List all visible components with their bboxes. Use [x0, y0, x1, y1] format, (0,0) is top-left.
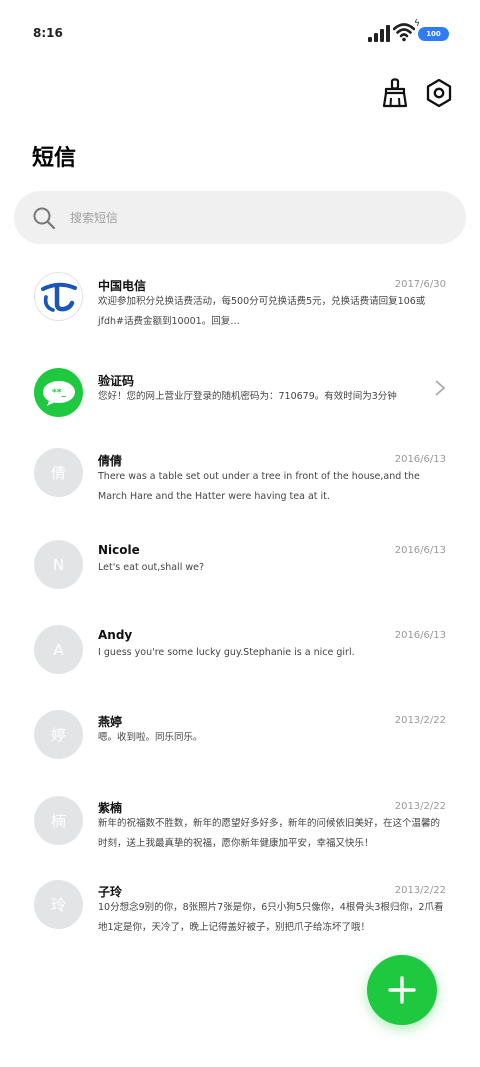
- avatar: A: [34, 625, 83, 674]
- list-item[interactable]: 倩 倩倩 2016/6/13 There was a table set out…: [0, 438, 480, 524]
- status-time: 8:16: [33, 26, 63, 40]
- settings-icon: [426, 78, 452, 108]
- message-preview: Let's eat out,shall we?: [98, 562, 205, 573]
- list-item[interactable]: 中国电信 2017/6/30 欢迎参加积分兑换话费活动，每500分可兑换话费5元…: [0, 258, 480, 353]
- sender-name: Andy: [98, 628, 133, 642]
- avatar: 楠: [34, 796, 83, 845]
- message-date: 2016/6/13: [394, 454, 446, 465]
- battery-indicator: 100: [418, 27, 449, 41]
- avatar: 玲: [34, 880, 83, 929]
- sms-app-screen: 8:16 ϟ 100 短信 搜索短信 中国电信 2017/6/30 欢迎参加积分…: [0, 0, 480, 1067]
- message-date: 2013/2/22: [394, 801, 446, 812]
- list-item[interactable]: 婷 燕婷 2013/2/22 嗯。收到啦。同乐同乐。: [0, 694, 480, 780]
- signal-icon: [368, 24, 390, 42]
- message-preview: 欢迎参加积分兑换话费活动，每500分可兑换话费5元，兑换话费请回复106或jfd…: [98, 296, 426, 327]
- message-date: 2013/2/22: [394, 715, 446, 726]
- message-date: 2013/2/22: [394, 885, 446, 896]
- message-preview: 新年的祝福数不胜数，新年的愿望好多好多，新年的问候依旧美好，在这个温馨的时刻，送…: [98, 818, 441, 849]
- new-message-button[interactable]: [367, 955, 437, 1025]
- page-title: 短信: [32, 146, 77, 171]
- avatar: N: [34, 540, 83, 589]
- list-item[interactable]: **_ 验证码 您好！您的网上营业厅登录的随机密码为：710679。有效时间为3…: [0, 353, 480, 438]
- broom-icon: [382, 78, 408, 108]
- message-preview: I guess you're some lucky guy.Stephanie …: [98, 647, 355, 658]
- list-item[interactable]: 楠 紫楠 2013/2/22 新年的祝福数不胜数，新年的愿望好多好多，新年的问候…: [0, 780, 480, 874]
- message-preview: 您好！您的网上营业厅登录的随机密码为：710679。有效时间为3分钟: [98, 391, 397, 402]
- status-bar: 8:16 ϟ 100: [0, 0, 480, 66]
- clean-button[interactable]: [380, 76, 410, 110]
- settings-button[interactable]: [424, 76, 454, 110]
- search-input[interactable]: [68, 209, 412, 226]
- telecom-logo-icon: [40, 282, 77, 312]
- wifi-icon: [393, 23, 415, 42]
- svg-text:**_: **_: [52, 388, 66, 398]
- search-bar[interactable]: [14, 191, 466, 244]
- avatar: 婷: [34, 710, 83, 759]
- search-icon: [33, 207, 56, 229]
- chat-bubble-icon: **_: [42, 380, 75, 406]
- message-date: 2016/6/13: [394, 545, 446, 556]
- message-preview: 10分想念9别的你，8张照片7张是你，6只小狗5只像你，4根骨头3根归你，2爪看…: [98, 902, 444, 933]
- message-date: 2016/6/13: [394, 630, 446, 641]
- charging-icon: ϟ: [414, 19, 420, 29]
- list-item[interactable]: N Nicole 2016/6/13 Let's eat out,shall w…: [0, 524, 480, 609]
- list-item[interactable]: A Andy 2016/6/13 I guess you're some luc…: [0, 609, 480, 694]
- top-actions: [380, 76, 454, 110]
- message-preview: There was a table set out under a tree i…: [98, 471, 420, 502]
- message-date: 2017/6/30: [394, 279, 446, 290]
- chevron-right-icon: [435, 380, 446, 396]
- message-list: 中国电信 2017/6/30 欢迎参加积分兑换话费活动，每500分可兑换话费5元…: [0, 258, 480, 969]
- sender-name: Nicole: [98, 543, 140, 557]
- message-preview: 嗯。收到啦。同乐同乐。: [98, 732, 203, 743]
- avatar: **_: [34, 368, 83, 417]
- avatar: [34, 272, 83, 321]
- avatar: 倩: [34, 448, 83, 497]
- plus-icon: [388, 976, 416, 1004]
